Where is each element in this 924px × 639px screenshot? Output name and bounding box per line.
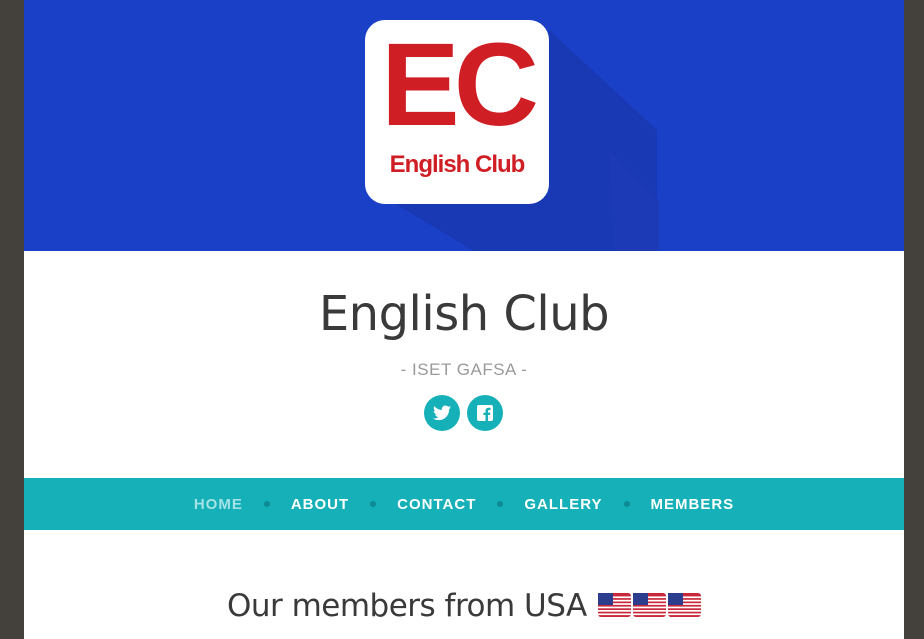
nav-item-home[interactable]: HOME: [194, 496, 243, 513]
header-banner: EC English Club: [24, 0, 904, 251]
nav-item-members[interactable]: MEMBERS: [651, 496, 735, 513]
nav-separator: [263, 501, 270, 507]
us-flag-icon: [633, 592, 667, 617]
nav-separator: [623, 501, 630, 507]
main-navigation: HOME ABOUT CONTACT GALLERY MEMBERS: [24, 478, 904, 530]
site-tagline: - ISET GAFSA -: [400, 360, 528, 379]
logo-subtitle: English Club: [389, 151, 526, 178]
nav-item-about[interactable]: ABOUT: [291, 496, 349, 513]
site-logo[interactable]: EC English Club: [365, 20, 549, 204]
nav-item-gallery[interactable]: GALLERY: [524, 496, 602, 513]
section-heading-text: Our members from USA: [226, 588, 587, 624]
us-flag-icon: [598, 592, 632, 617]
section-heading: Our members from USA: [24, 588, 904, 625]
page: EC English Club English Club - ISET GAFS…: [24, 0, 904, 639]
facebook-icon: [477, 405, 493, 421]
twitter-icon: [433, 405, 451, 421]
twitter-link[interactable]: [424, 395, 460, 431]
us-flag-icon: [668, 592, 702, 617]
site-title[interactable]: English Club: [24, 290, 904, 338]
nav-item-contact[interactable]: CONTACT: [397, 496, 476, 513]
nav-separator: [370, 501, 377, 507]
facebook-link[interactable]: [467, 395, 503, 431]
logo-letters: EC: [381, 19, 539, 151]
nav-separator: [497, 501, 504, 507]
